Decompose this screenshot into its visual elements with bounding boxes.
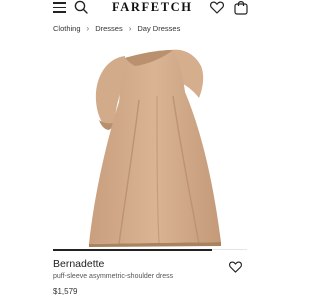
product-description: puff-sleeve asymmetric-shoulder dress (53, 273, 174, 280)
product-price: $1,579 (53, 287, 78, 296)
wishlist-heart-icon[interactable] (229, 261, 242, 273)
breadcrumb-item-day-dresses[interactable]: Day Dresses (137, 24, 180, 33)
shopping-bag-icon[interactable] (234, 0, 248, 15)
brand-logo[interactable]: FARFETCH (112, 0, 192, 14)
menu-icon[interactable] (53, 2, 66, 13)
breadcrumb-item-dresses[interactable]: Dresses (95, 24, 123, 33)
gallery-progress-bar (53, 248, 247, 251)
product-image[interactable] (53, 40, 249, 248)
breadcrumb-separator: › (86, 23, 90, 33)
breadcrumb: Clothing › Dresses › Day Dresses (53, 22, 180, 34)
gallery-progress-fill (53, 248, 213, 251)
top-bar: FARFETCH (0, 0, 300, 16)
product-brand[interactable]: Bernadette (53, 258, 104, 270)
search-icon[interactable] (74, 0, 88, 14)
breadcrumb-item-clothing[interactable]: Clothing (53, 24, 81, 33)
heart-icon[interactable] (210, 1, 224, 14)
breadcrumb-separator: › (128, 23, 132, 33)
